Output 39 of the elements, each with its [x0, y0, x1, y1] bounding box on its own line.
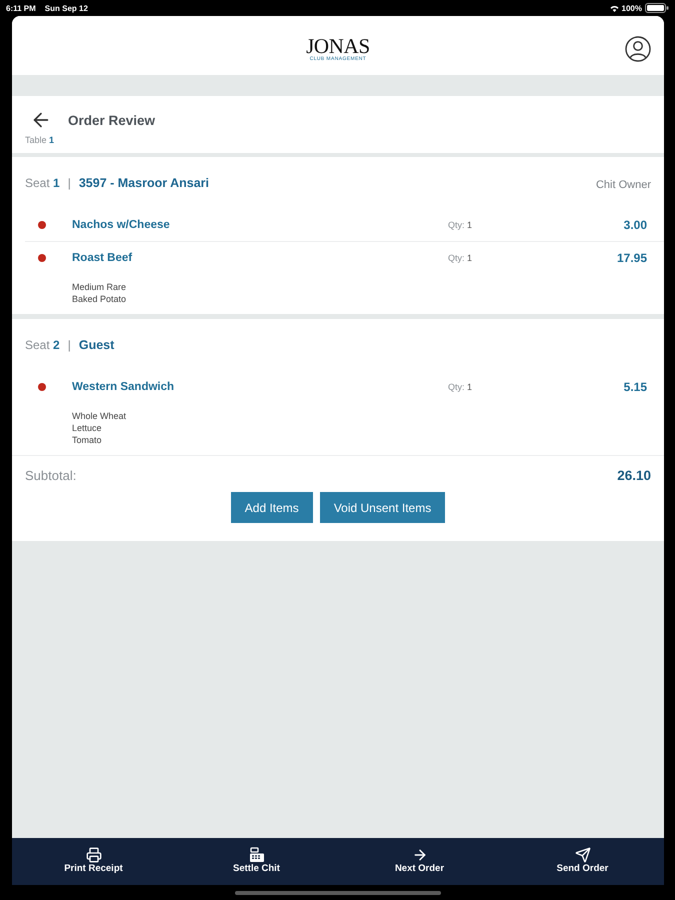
- status-time: 6:11 PM: [6, 4, 36, 12]
- paper-plane-icon: [574, 847, 590, 863]
- subtotal-label: Subtotal:: [25, 468, 76, 482]
- status-date: Sun Sep 12: [44, 4, 88, 12]
- diner-name: 3597 - Masroor Ansari: [78, 176, 209, 190]
- subtotal-amount: 26.10: [617, 468, 651, 482]
- separator-text: |: [68, 338, 71, 352]
- action-button[interactable]: Add Items: [230, 492, 313, 523]
- printer-icon: [86, 847, 102, 863]
- item-name: Nachos w/Cheese: [72, 218, 170, 232]
- battery-icon: [645, 3, 669, 13]
- separator-text: |: [68, 176, 71, 190]
- action-button[interactable]: Void Unsent Items: [320, 492, 446, 523]
- seat-number: Seat 1: [25, 176, 60, 190]
- item-modifier: Medium Rare: [72, 281, 126, 293]
- cash-register-icon: [248, 847, 264, 863]
- item-name: Western Sandwich: [72, 380, 174, 394]
- item-modifier: Baked Potato: [72, 293, 126, 305]
- item-quantity: Qty: 1: [448, 220, 472, 230]
- diner-role: Chit Owner: [596, 178, 651, 190]
- item-modifier: Whole Wheat: [72, 410, 126, 422]
- table-number: Table 1: [25, 134, 54, 146]
- item-name: Roast Beef: [72, 251, 132, 265]
- item-quantity: Qty: 1: [448, 382, 472, 392]
- profile-button[interactable]: [625, 36, 651, 62]
- battery-percent: 100%: [622, 4, 642, 12]
- item-price: 3.00: [624, 218, 647, 232]
- item-price: 5.15: [624, 380, 647, 394]
- diner-name: Guest: [78, 338, 114, 352]
- arrow-right-icon: [412, 847, 428, 863]
- seat-number: Seat 2: [25, 338, 60, 352]
- logo-wordmark: JONAS: [306, 36, 370, 56]
- item-price: 17.95: [616, 251, 647, 265]
- page-title: Order Review: [68, 112, 156, 128]
- item-modifier: Tomato: [72, 434, 102, 446]
- wifi-icon: [610, 4, 619, 12]
- user-icon: [625, 36, 651, 62]
- item-quantity: Qty: 1: [448, 253, 472, 263]
- item-modifier: Lettuce: [72, 422, 102, 434]
